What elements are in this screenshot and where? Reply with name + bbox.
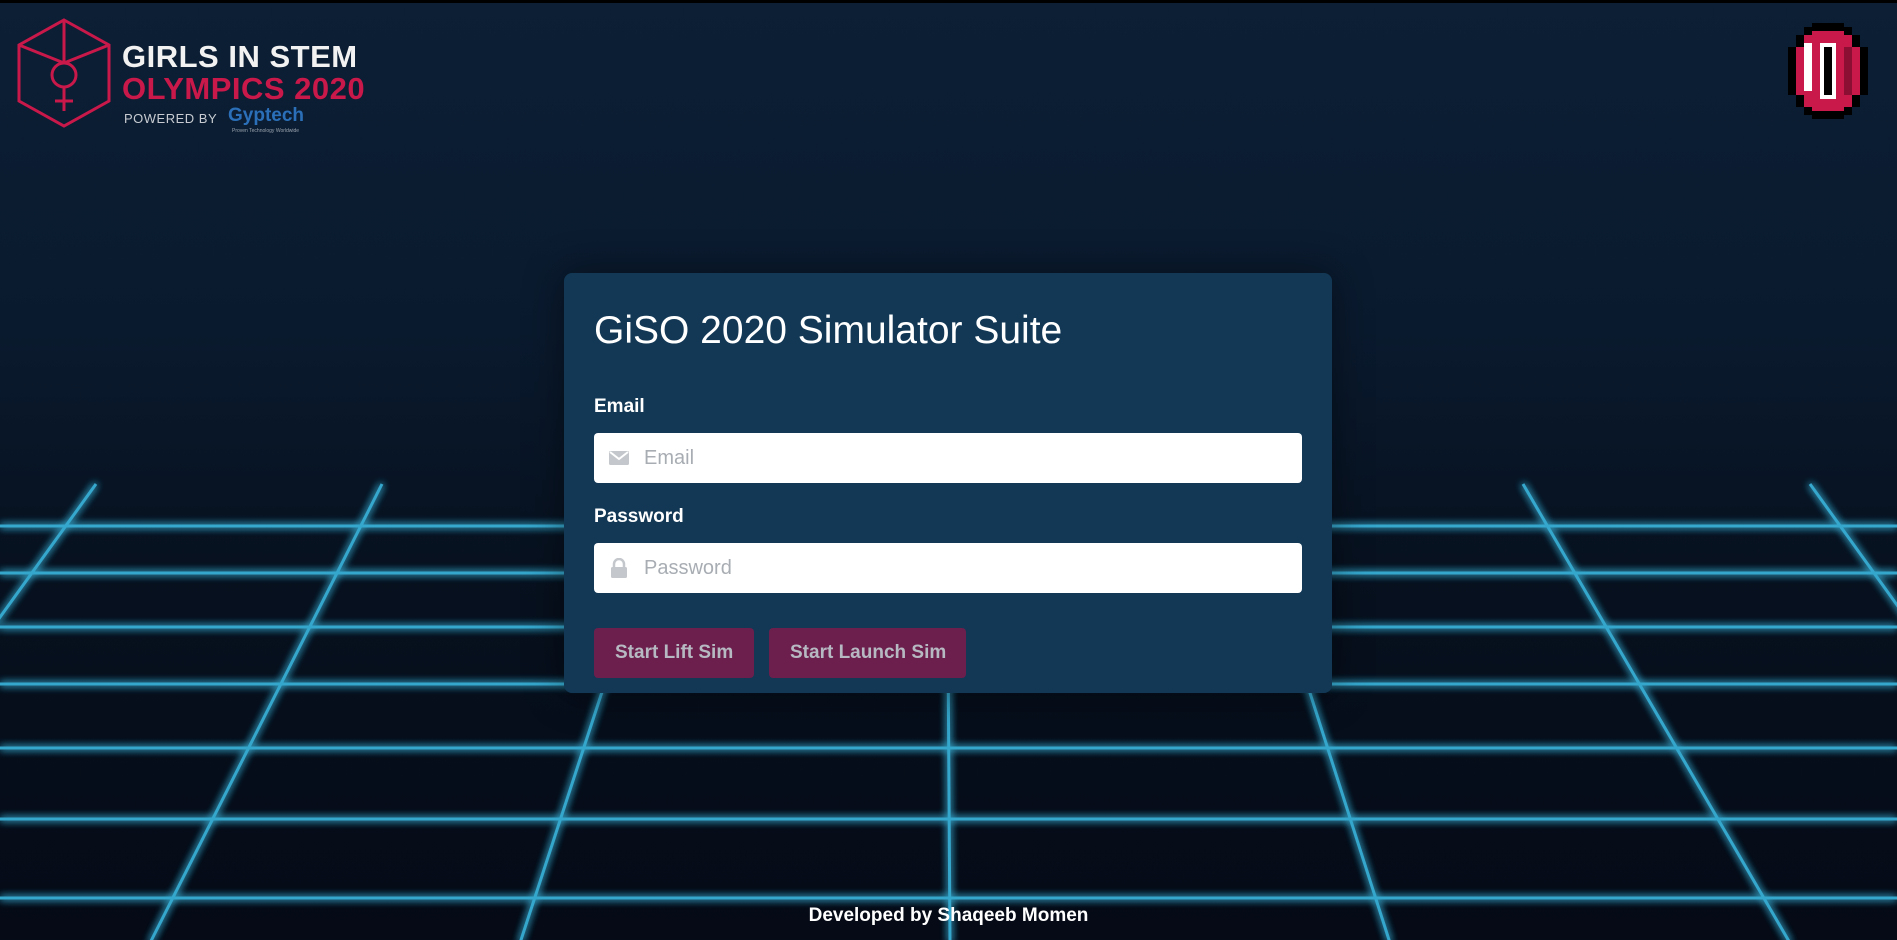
developer-credit: Developed by Shaqeeb Momen bbox=[808, 905, 1089, 926]
start-lift-sim-button[interactable]: Start Lift Sim bbox=[594, 628, 754, 678]
sponsor-tagline: Proven Technology Worldwide bbox=[232, 128, 300, 134]
email-field[interactable] bbox=[644, 433, 1284, 483]
page-title: GiSO 2020 Simulator Suite bbox=[594, 309, 1063, 352]
password-field[interactable] bbox=[644, 543, 1284, 593]
girls-in-stem-logo: GIRLS IN STEM OLYMPICS 2020 POWERED BY G… bbox=[14, 17, 374, 137]
grid-perspective-line bbox=[149, 483, 384, 940]
email-label: Email bbox=[594, 396, 645, 417]
lock-icon bbox=[611, 558, 627, 578]
powered-by-label: POWERED BY bbox=[124, 111, 218, 126]
pixel-coin-icon bbox=[1788, 23, 1868, 119]
sponsor-logo: Gyptech bbox=[228, 105, 305, 126]
logo-title-line2: OLYMPICS 2020 bbox=[122, 71, 366, 106]
envelope-icon bbox=[609, 451, 629, 465]
grid-perspective-line bbox=[0, 483, 98, 620]
grid-perspective-line bbox=[1808, 483, 1897, 608]
logo-title-line1: GIRLS IN STEM bbox=[122, 39, 358, 74]
password-input-group bbox=[594, 543, 1302, 593]
password-label: Password bbox=[594, 506, 684, 527]
start-launch-sim-button[interactable]: Start Launch Sim bbox=[769, 628, 966, 678]
login-card: GiSO 2020 Simulator Suite Email Password… bbox=[564, 273, 1332, 693]
grid-perspective-line bbox=[1521, 483, 1790, 940]
venus-cube-icon bbox=[17, 18, 111, 128]
email-input-group bbox=[594, 433, 1302, 483]
